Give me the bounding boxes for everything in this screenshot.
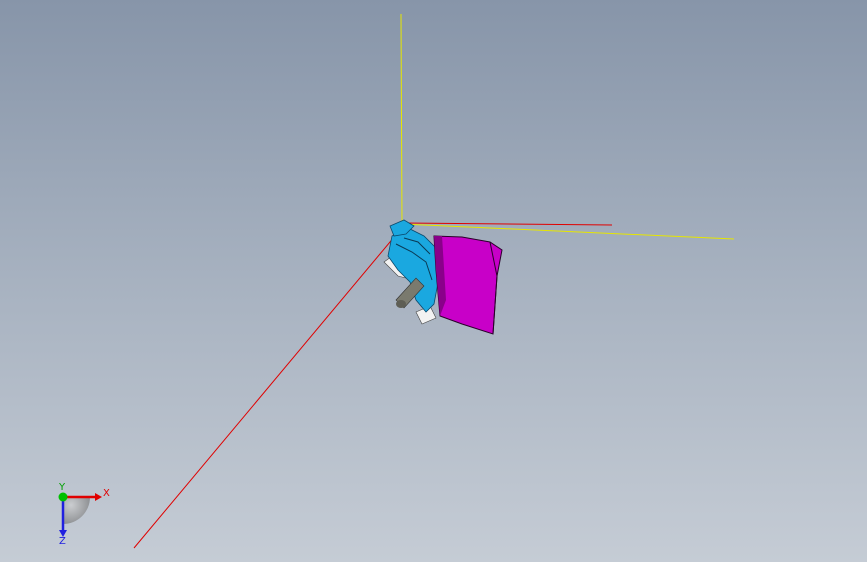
triad-y-dot	[58, 492, 68, 502]
triad-x-label: X	[103, 488, 110, 499]
graphics-viewport[interactable]: X Y Z	[0, 0, 867, 562]
triad-x-arrow	[95, 493, 102, 501]
triad-y-label: Y	[58, 482, 66, 493]
triad-quarter-sphere	[63, 497, 90, 524]
model-assembly[interactable]	[383, 219, 503, 335]
vertical-axis-line	[400, 13, 403, 227]
shaft-end	[396, 300, 406, 308]
model-scene[interactable]	[0, 0, 867, 562]
triad-z-label: Z	[59, 536, 66, 547]
red-axis-line-diagonal	[133, 235, 396, 549]
red-axis-line-short	[403, 222, 613, 226]
orientation-triad: X Y Z	[58, 482, 110, 547]
